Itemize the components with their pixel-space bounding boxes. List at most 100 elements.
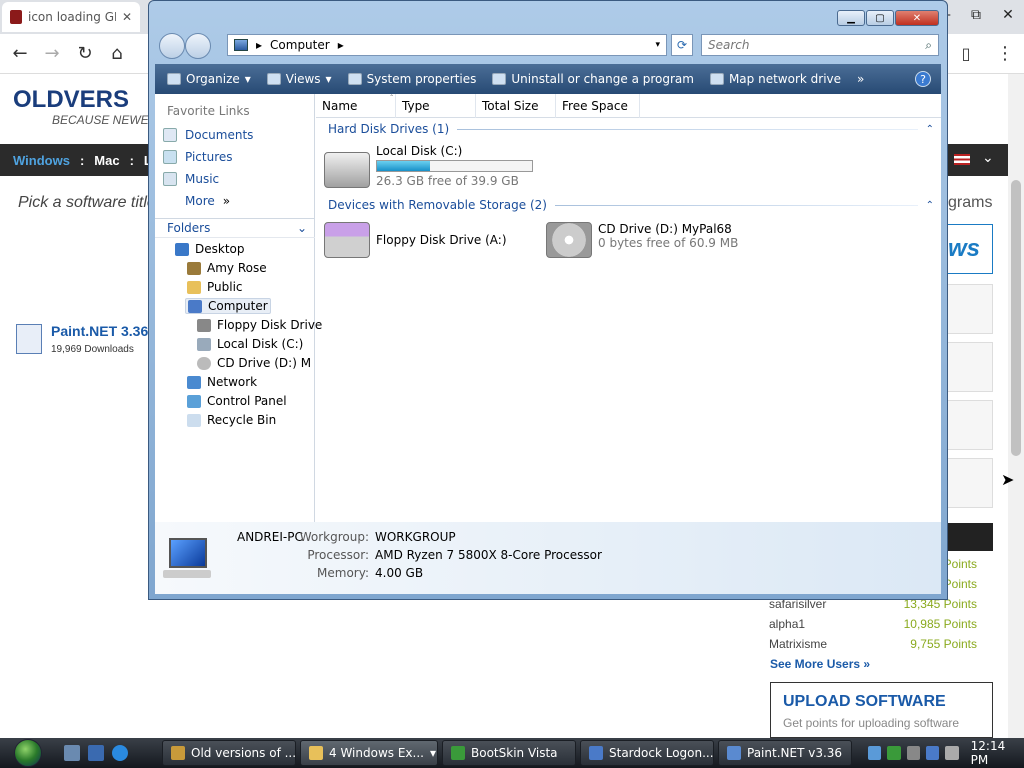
sidebar-toggle-icon[interactable]: ▯ bbox=[951, 38, 981, 68]
column-type[interactable]: Type ˆ bbox=[390, 94, 476, 118]
taskbar-button-explorer[interactable]: 4 Windows Ex... ▾ bbox=[300, 740, 438, 766]
collapse-icon[interactable]: ⌃ bbox=[926, 200, 934, 211]
column-free-space[interactable]: Free Space bbox=[556, 94, 640, 118]
site-nav-right: ⌄ bbox=[946, 144, 1008, 176]
folders-header[interactable]: Folders ⌄ bbox=[155, 218, 315, 238]
map-network-drive-button[interactable]: Map network drive bbox=[709, 72, 841, 86]
more-commands-button[interactable]: » bbox=[857, 72, 864, 86]
drive-free-text: 26.3 GB free of 39.9 GB bbox=[376, 174, 519, 188]
upload-software-box[interactable]: UPLOAD SOFTWARE Get points for uploading… bbox=[770, 682, 993, 738]
switch-windows-icon[interactable] bbox=[88, 745, 104, 761]
back-icon[interactable]: ← bbox=[5, 38, 35, 68]
site-search-prompt[interactable]: Pick a software title bbox=[18, 194, 156, 212]
browser-scrollbar-thumb[interactable] bbox=[1011, 180, 1021, 456]
address-bar[interactable]: ▸ Computer ▸ ▾ bbox=[227, 34, 667, 56]
taskbar-button-browser[interactable]: Old versions of ... bbox=[162, 740, 296, 766]
maximize-button[interactable]: ▢ bbox=[866, 10, 894, 26]
paintnet-icon bbox=[727, 746, 741, 760]
drive-item-cd[interactable]: CD Drive (D:) MyPal68 0 bytes free of 60… bbox=[546, 222, 738, 258]
paintnet-link[interactable]: Paint.NET 3.36 bbox=[51, 323, 148, 339]
search-icon[interactable]: ⌕ bbox=[925, 38, 932, 53]
minimize-button[interactable]: ▁ bbox=[837, 10, 865, 26]
category-tile[interactable] bbox=[948, 458, 993, 508]
category-tile[interactable] bbox=[948, 284, 993, 334]
breadcrumb-separator[interactable]: ▸ bbox=[256, 38, 262, 52]
flag-icon[interactable] bbox=[954, 154, 970, 165]
tree-item-computer[interactable]: Computer bbox=[185, 298, 271, 314]
windows-version-banner[interactable]: ws bbox=[948, 224, 993, 274]
see-more-users-link[interactable]: See More Users » bbox=[770, 657, 870, 671]
more-favorites-link[interactable]: More» bbox=[185, 194, 230, 208]
music-icon bbox=[163, 172, 177, 186]
close-button[interactable]: ✕ bbox=[895, 10, 939, 26]
column-name[interactable]: Name bbox=[316, 94, 396, 118]
address-dropdown-icon[interactable]: ▾ bbox=[655, 40, 660, 50]
show-desktop-icon[interactable] bbox=[64, 745, 80, 761]
network-icon bbox=[187, 375, 201, 389]
taskbar-button-paintnet[interactable]: Paint.NET v3.36 bbox=[718, 740, 852, 766]
collapse-icon[interactable]: ⌃ bbox=[926, 124, 934, 135]
site-logo[interactable]: OLDVERS bbox=[13, 86, 129, 114]
tree-item-cd-drive[interactable]: CD Drive (D:) MyP bbox=[197, 356, 311, 370]
system-properties-button[interactable]: System properties bbox=[347, 72, 476, 86]
drive-name: CD Drive (D:) MyPal68 bbox=[598, 222, 732, 236]
tree-item-desktop[interactable]: Desktop bbox=[175, 242, 245, 256]
browser-tab[interactable]: icon loading GIF ✕ bbox=[2, 2, 140, 32]
forward-icon[interactable]: → bbox=[37, 38, 67, 68]
drive-item-floppy[interactable]: Floppy Disk Drive (A:) bbox=[324, 222, 507, 258]
tree-item-local-disk[interactable]: Local Disk (C:) bbox=[197, 337, 303, 351]
arrow-tray-icon[interactable] bbox=[906, 746, 920, 760]
chevron-down-icon[interactable]: ⌄ bbox=[982, 150, 994, 166]
explorer-window: ▁ ▢ ✕ ▸ Computer ▸ ▾ ⟳ Search ⌕ Organize… bbox=[148, 0, 948, 600]
start-button[interactable] bbox=[6, 738, 48, 768]
reload-icon[interactable]: ↻ bbox=[70, 38, 100, 68]
cd-drive-icon bbox=[546, 222, 592, 258]
chevron-down-icon[interactable]: ⌄ bbox=[297, 221, 307, 235]
breadcrumb-separator[interactable]: ▸ bbox=[338, 38, 344, 52]
taskbar-button-bootskin[interactable]: BootSkin Vista bbox=[442, 740, 576, 766]
back-button[interactable] bbox=[159, 33, 185, 59]
refresh-icon[interactable]: ⟳ bbox=[671, 34, 693, 56]
user-folder-icon bbox=[187, 261, 201, 275]
tree-item-recycle-bin[interactable]: Recycle Bin bbox=[187, 413, 276, 427]
tab-close-icon[interactable]: ✕ bbox=[122, 10, 132, 24]
tree-item-public[interactable]: Public bbox=[187, 280, 243, 294]
disk-usage-fill bbox=[377, 161, 430, 171]
category-tile[interactable] bbox=[948, 400, 993, 450]
network-tray-icon[interactable] bbox=[868, 746, 882, 760]
computer-icon bbox=[163, 536, 211, 580]
tree-item-network[interactable]: Network bbox=[187, 375, 257, 389]
search-input[interactable]: Search ⌕ bbox=[701, 34, 939, 56]
breadcrumb-computer[interactable]: Computer bbox=[270, 38, 330, 52]
column-total-size[interactable]: Total Size bbox=[476, 94, 556, 118]
organize-button[interactable]: Organize ▾ bbox=[167, 72, 251, 86]
menu-icon[interactable]: ⋮ bbox=[990, 38, 1020, 68]
tree-item-control-panel[interactable]: Control Panel bbox=[187, 394, 287, 408]
drive-item-local-disk[interactable]: Local Disk (C:) 26.3 GB free of 39.9 GB bbox=[324, 144, 533, 188]
clock[interactable]: 12:14 PM bbox=[971, 739, 1024, 767]
site-nav-windows[interactable]: Windows bbox=[13, 153, 70, 168]
category-tile[interactable] bbox=[948, 342, 993, 392]
browser-close-button[interactable]: ✕ bbox=[992, 0, 1024, 30]
display-tray-icon[interactable] bbox=[925, 746, 940, 760]
browser-restore-button[interactable]: ⧉ bbox=[960, 0, 992, 30]
group-hard-disk-drives[interactable]: Hard Disk Drives (1) ⌃ bbox=[328, 122, 934, 136]
favorite-music[interactable]: Music bbox=[163, 172, 219, 186]
forward-button[interactable] bbox=[185, 33, 211, 59]
group-removable-storage[interactable]: Devices with Removable Storage (2) ⌃ bbox=[328, 198, 934, 212]
uninstall-program-button[interactable]: Uninstall or change a program bbox=[492, 72, 694, 86]
internet-explorer-icon[interactable] bbox=[112, 745, 128, 761]
taskbar-button-stardock[interactable]: Stardock Logon... bbox=[580, 740, 714, 766]
views-button[interactable]: Views ▾ bbox=[266, 72, 332, 86]
paintnet-icon[interactable] bbox=[16, 324, 42, 354]
home-icon[interactable]: ⌂ bbox=[102, 38, 132, 68]
favorite-documents[interactable]: Documents bbox=[163, 128, 253, 142]
tree-item-floppy[interactable]: Floppy Disk Drive bbox=[197, 318, 322, 332]
tree-item-user[interactable]: Amy Rose bbox=[187, 261, 267, 275]
check-tray-icon[interactable] bbox=[887, 746, 901, 760]
volume-muted-icon[interactable] bbox=[945, 746, 959, 760]
details-pane: ANDREI-PC Workgroup: WORKGROUP Processor:… bbox=[155, 522, 941, 594]
site-nav-mac[interactable]: Mac bbox=[94, 153, 119, 168]
help-icon[interactable]: ? bbox=[915, 71, 931, 87]
favorite-pictures[interactable]: Pictures bbox=[163, 150, 233, 164]
